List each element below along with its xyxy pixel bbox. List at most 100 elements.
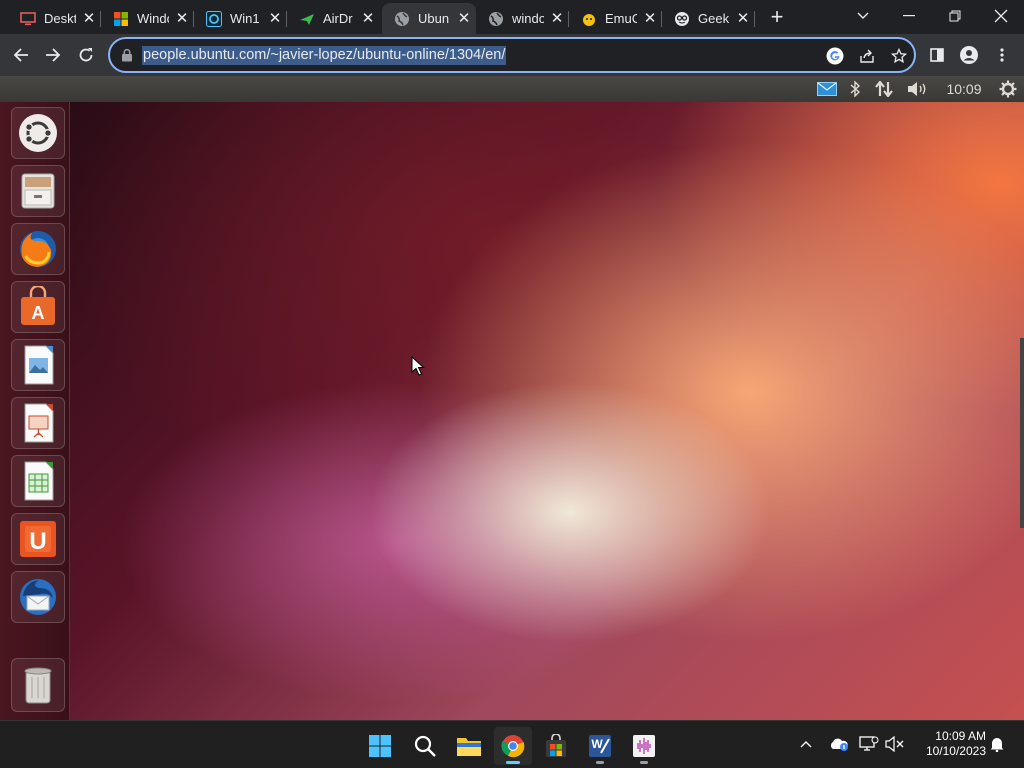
tab-close-icon[interactable]: ✕ [549, 10, 565, 27]
back-button[interactable] [5, 39, 37, 71]
forward-button[interactable] [37, 39, 69, 71]
taskbar-chrome[interactable] [494, 727, 532, 765]
close-icon [994, 9, 1008, 23]
tab-ubuntu[interactable]: Ubun ✕ [382, 3, 476, 34]
launcher-ubuntu-one-button[interactable]: U [11, 513, 65, 565]
taskbar-writer-app[interactable]: W [581, 727, 619, 765]
network-indicator[interactable] [873, 80, 895, 98]
tab-geek[interactable]: Geek ✕ [662, 3, 755, 34]
globe-icon [488, 11, 504, 27]
notifications-button[interactable] [986, 733, 1008, 755]
bell-icon [990, 738, 1004, 752]
emuc-icon [581, 11, 597, 27]
windows-start-icon [369, 735, 391, 757]
bluetooth-indicator[interactable] [846, 80, 864, 98]
trash-icon [24, 667, 52, 704]
tab-close-icon[interactable]: ✕ [174, 10, 190, 27]
launcher-calc-button[interactable] [11, 455, 65, 507]
launcher-dash-button[interactable] [11, 107, 65, 159]
arrow-right-icon [46, 48, 61, 62]
ubuntu-one-icon: U [20, 521, 56, 557]
kebab-menu-icon [1000, 48, 1004, 62]
chevron-up-icon [800, 741, 812, 748]
thunderbird-icon [20, 579, 56, 615]
software-center-icon: A [21, 286, 55, 325]
tab-emuc[interactable]: EmuC ✕ [569, 3, 662, 34]
chevron-down-icon [857, 12, 869, 19]
tab-win1[interactable]: Win1 ✕ [194, 3, 287, 34]
sound-indicator[interactable] [906, 80, 930, 98]
network-arrows-icon [875, 81, 893, 97]
win1-app-icon [206, 10, 222, 27]
envelope-icon [817, 82, 837, 96]
lock-icon[interactable] [120, 48, 134, 62]
software-center-letter: A [32, 303, 45, 323]
tab-windows[interactable]: Windo ✕ [101, 3, 194, 34]
reload-button[interactable] [70, 39, 102, 71]
tab-close-icon[interactable]: ✕ [456, 10, 472, 27]
tab-desktop[interactable]: Deskt ✕ [8, 3, 101, 34]
arrow-left-icon [13, 48, 28, 62]
new-tab-button[interactable]: + [764, 5, 790, 31]
browser-menu-button[interactable] [986, 39, 1018, 71]
launcher-files-button[interactable] [11, 165, 65, 217]
bookmark-button[interactable] [888, 45, 910, 67]
tab-close-icon[interactable]: ✕ [735, 10, 751, 27]
mail-indicator[interactable] [816, 80, 838, 98]
profile-button[interactable] [953, 39, 985, 71]
profile-icon [960, 46, 978, 64]
files-icon [21, 173, 55, 209]
desktop-icon [20, 11, 36, 27]
network-tray-icon[interactable] [858, 733, 880, 755]
minimize-button[interactable] [886, 0, 932, 32]
launcher-firefox-button[interactable] [11, 223, 65, 275]
tab-airdroid[interactable]: AirDr ✕ [287, 3, 380, 34]
tab-close-icon[interactable]: ✕ [360, 10, 376, 27]
share-icon [860, 49, 874, 63]
tab-close-icon[interactable]: ✕ [267, 10, 283, 27]
taskbar-clock[interactable]: 10:09 AM 10/10/2023 [916, 729, 986, 759]
address-bar[interactable]: people.ubuntu.com/~javier-lopez/ubuntu-o… [108, 37, 916, 73]
search-icon [414, 735, 436, 757]
clock-date: 10/10/2023 [925, 744, 986, 758]
share-button[interactable] [856, 45, 878, 67]
url-text[interactable]: people.ubuntu.com/~javier-lopez/ubuntu-o… [142, 46, 507, 65]
taskbar-search-button[interactable] [406, 727, 444, 765]
speaker-icon [908, 82, 926, 96]
launcher-image-viewer-button[interactable] [11, 339, 65, 391]
gear-icon [999, 80, 1017, 98]
mouse-cursor-icon [411, 356, 425, 376]
writer-app-icon: W [589, 735, 611, 757]
globe-icon [394, 11, 410, 27]
launcher-thunderbird-button[interactable] [11, 571, 65, 623]
volume-tray-icon[interactable] [884, 733, 906, 755]
unity-launcher: A U [0, 102, 70, 720]
chrome-icon [501, 735, 525, 758]
session-indicator[interactable] [998, 80, 1018, 98]
ubuntu-clock[interactable]: 10:09 [942, 80, 986, 98]
taskbar-store[interactable] [537, 727, 575, 765]
tab-search-button[interactable] [840, 0, 886, 32]
google-lens-button[interactable] [824, 45, 846, 67]
tab-title: Ubun [418, 11, 450, 26]
tab-close-icon[interactable]: ✕ [81, 10, 97, 27]
ubuntu-dash-icon [19, 114, 57, 152]
show-hidden-icons-button[interactable] [795, 733, 817, 755]
launcher-trash-button[interactable] [11, 658, 65, 712]
start-button[interactable] [361, 727, 399, 765]
windows-taskbar: W 10:09 AM 10/10/2023 [0, 720, 1024, 768]
restore-button[interactable] [932, 0, 978, 32]
launcher-software-center-button[interactable]: A [11, 281, 65, 333]
tab-title: Windo [137, 11, 169, 26]
launcher-impress-button[interactable] [11, 397, 65, 449]
cloud-status-icon [830, 738, 848, 751]
tab-close-icon[interactable]: ✕ [642, 10, 658, 27]
onedrive-tray-icon[interactable] [828, 733, 850, 755]
page-scroll-indicator[interactable] [1020, 338, 1024, 528]
tab-windo[interactable]: windo ✕ [476, 3, 569, 34]
tab-title: Geek [698, 11, 730, 26]
close-window-button[interactable] [978, 0, 1024, 32]
taskbar-file-explorer[interactable] [450, 727, 488, 765]
taskbar-audio-app[interactable] [625, 727, 663, 765]
side-panel-button[interactable] [921, 39, 953, 71]
